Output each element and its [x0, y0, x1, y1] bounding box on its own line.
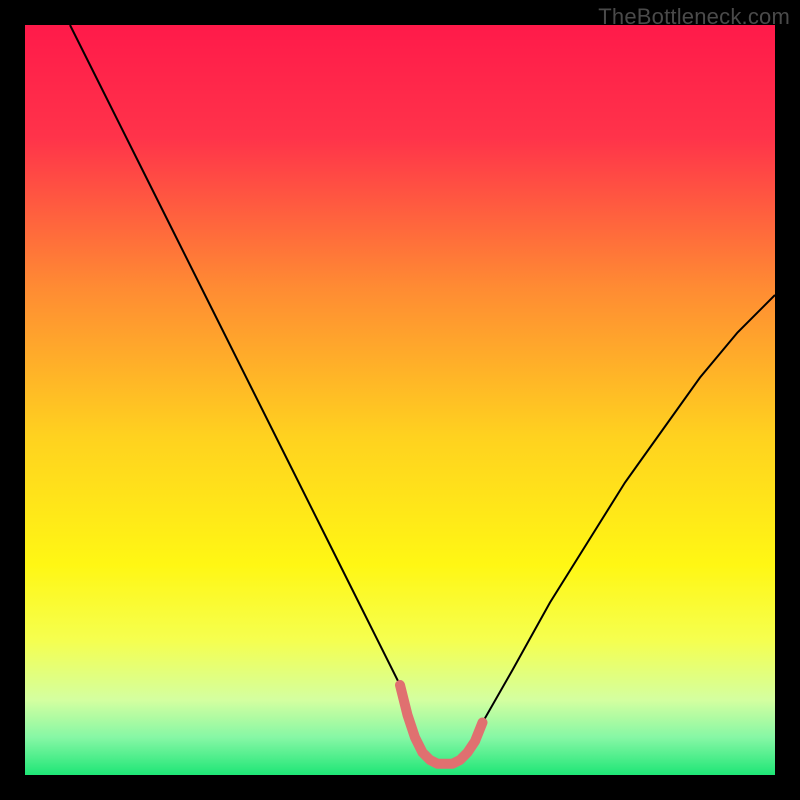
gradient-rect: [25, 25, 775, 775]
watermark-text: TheBottleneck.com: [598, 4, 790, 30]
plot-area: [25, 25, 775, 775]
chart-frame: TheBottleneck.com: [0, 0, 800, 800]
chart-svg: [25, 25, 775, 775]
